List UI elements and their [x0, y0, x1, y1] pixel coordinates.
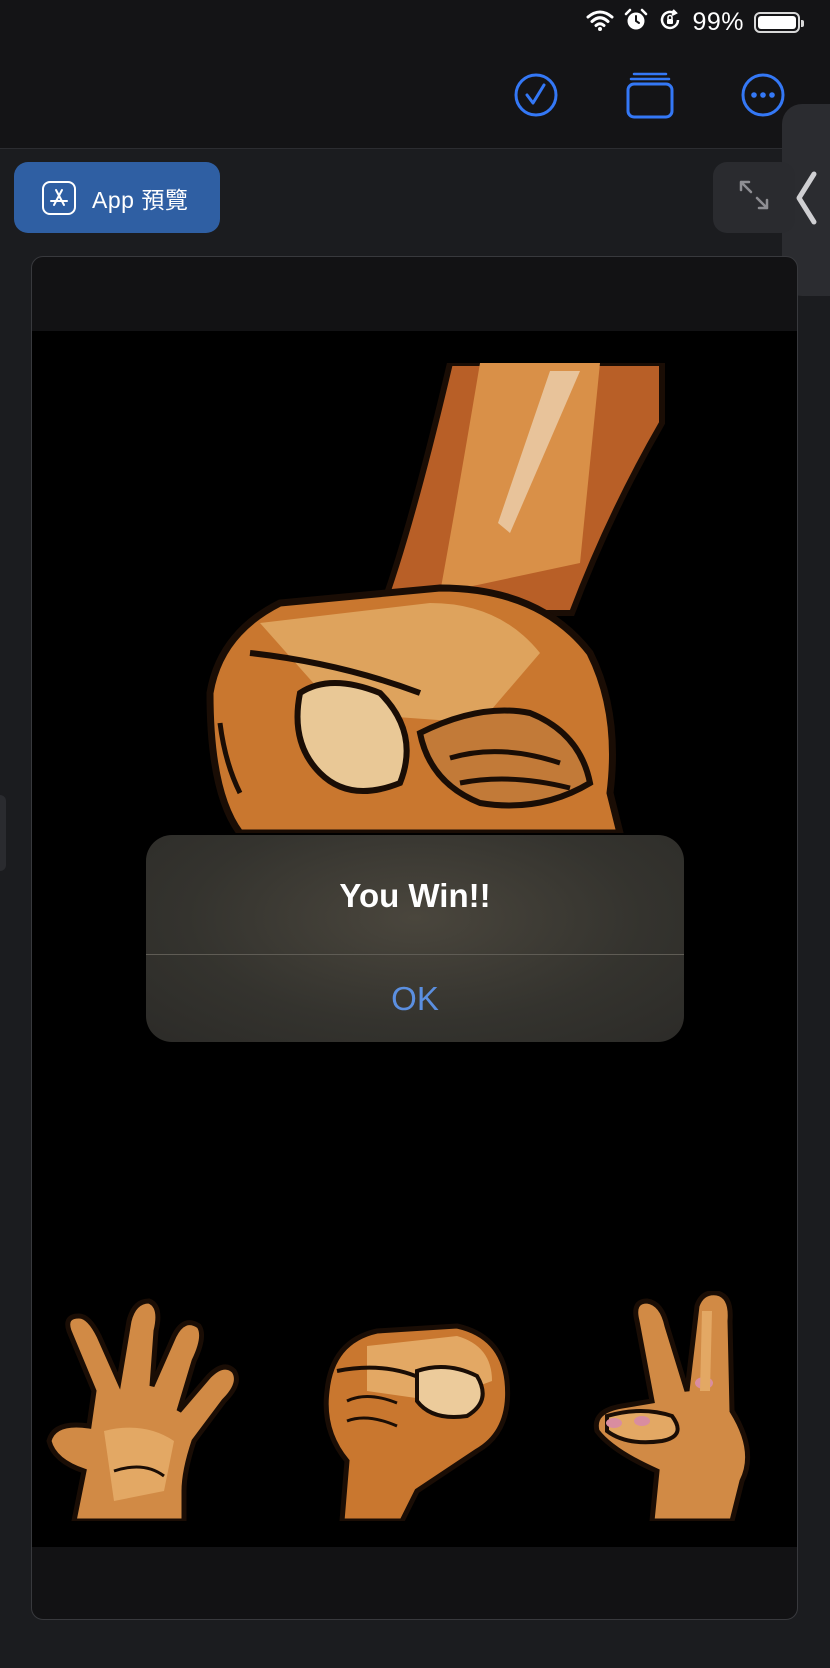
battery-icon	[754, 12, 804, 33]
chevron-left-icon	[794, 170, 818, 231]
alarm-icon	[624, 8, 648, 37]
app-preview-label: App 預覽	[92, 186, 189, 213]
status-icons: 99%	[586, 8, 804, 37]
app-store-icon	[42, 180, 76, 215]
toolbar	[0, 46, 830, 149]
battery-fill	[758, 16, 796, 29]
paper-choice-button[interactable]	[44, 1291, 244, 1526]
alert-title: You Win!!	[339, 877, 491, 914]
expand-arrows-icon	[737, 178, 771, 217]
stack-icon	[626, 71, 674, 124]
expand-button[interactable]	[713, 162, 795, 233]
more-button[interactable]	[740, 72, 786, 123]
battery-percent: 99%	[692, 8, 744, 36]
wifi-icon	[586, 9, 614, 36]
scissors-choice-button[interactable]	[592, 1290, 772, 1526]
computer-choice-image	[180, 363, 700, 838]
rock-choice-button[interactable]	[307, 1291, 517, 1526]
alert-ok-button[interactable]: OK	[146, 955, 684, 1042]
rotation-lock-icon	[658, 8, 682, 37]
app-preview-button[interactable]: App 預覽	[14, 162, 220, 233]
left-edge-handle[interactable]	[0, 795, 6, 871]
player-choices	[32, 1290, 797, 1524]
done-button[interactable]	[513, 72, 559, 123]
status-bar: 99%	[0, 0, 830, 46]
result-alert: You Win!! OK	[146, 835, 684, 1042]
windows-button[interactable]	[626, 72, 674, 120]
more-icon	[740, 72, 786, 123]
checkmark-circle-icon	[513, 72, 559, 123]
